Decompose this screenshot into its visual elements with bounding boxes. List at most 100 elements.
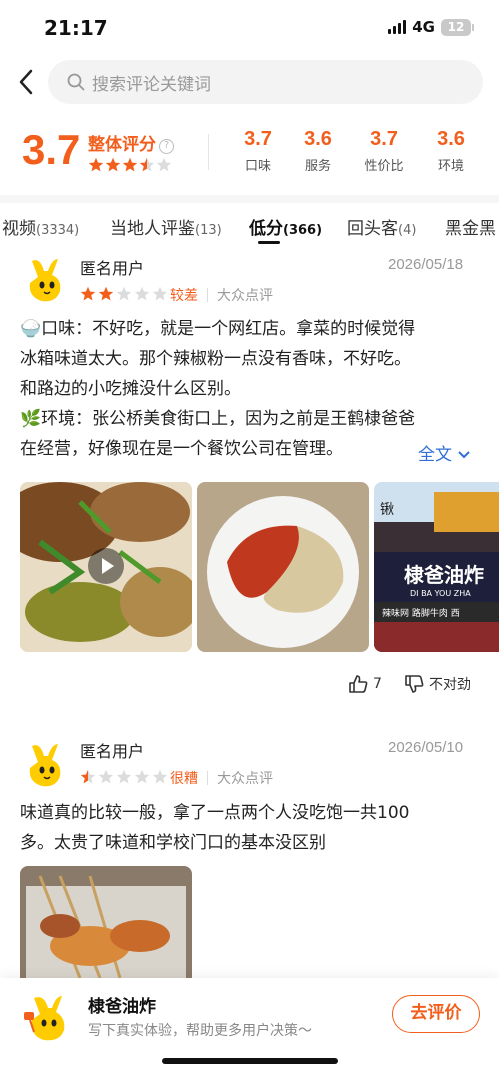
reviewer-name[interactable]: 匿名用户 xyxy=(80,738,144,762)
rating-summary: 3.7 整体评分? 3.7 口味 3.6 服务 3.7 性价比 3.6 环境 xyxy=(0,122,499,186)
tab-count: (4) xyxy=(398,223,417,238)
home-indicator[interactable] xyxy=(162,1058,338,1064)
star-icon xyxy=(152,769,168,784)
review-divider xyxy=(207,771,208,785)
sub-score-service: 3.6 服务 xyxy=(288,128,348,174)
photo-sign-text: 棣爸油炸 xyxy=(404,563,484,587)
overall-label-row: 整体评分? xyxy=(88,130,174,155)
help-icon[interactable]: ? xyxy=(159,139,174,154)
thumbs-down-icon xyxy=(405,675,424,693)
tab-label: 视频 xyxy=(2,219,36,239)
overall-label: 整体评分 xyxy=(88,135,156,155)
review-video-thumbnail[interactable] xyxy=(20,482,192,652)
review-source: 大众点评 xyxy=(217,288,273,304)
tab-label: 回头客 xyxy=(347,219,398,239)
photo-sign-pinyin: DI BA YOU ZHA xyxy=(410,589,471,598)
star-icon xyxy=(134,286,150,301)
sub-score-label: 环境 xyxy=(437,159,464,174)
tab-video[interactable]: 视频(3334) xyxy=(2,214,79,239)
active-tab-indicator xyxy=(258,241,280,244)
review-date: 2026/05/10 xyxy=(388,739,464,756)
star-icon xyxy=(80,286,96,301)
expand-label: 全文 xyxy=(418,445,452,465)
sub-score-label: 性价比 xyxy=(364,159,404,174)
tab-returning-customer[interactable]: 回头客(4) xyxy=(347,214,416,239)
play-button[interactable] xyxy=(88,548,124,584)
photo-sign-top: 锹 xyxy=(380,502,394,518)
review-stars xyxy=(80,286,168,302)
mascot-icon xyxy=(24,996,65,1041)
star-icon xyxy=(105,157,121,172)
review-text: 味道真的比较一般，拿了一点两个人没吃饱一共100 多。太贵了味道和学校门口的基本… xyxy=(20,798,485,858)
status-indicators: 4G 12 xyxy=(388,18,474,36)
review-line: 味道真的比较一般，拿了一点两个人没吃饱一共100 xyxy=(20,803,410,823)
review-photo[interactable] xyxy=(20,866,192,978)
dislike-button[interactable]: 不对劲 xyxy=(403,673,471,695)
sub-score-value-for-money: 3.7 性价比 xyxy=(354,128,414,174)
review-stars xyxy=(80,769,168,785)
tab-black-gold[interactable]: 黑金黑 xyxy=(445,214,496,239)
star-icon xyxy=(98,286,114,301)
filter-tabs: 视频(3334) 当地人评鉴(13) 低分(366) 回头客(4) 黑金黑 xyxy=(0,208,499,244)
review-level: 较差 xyxy=(170,288,198,304)
skewer-photo xyxy=(20,866,192,978)
tab-local-review[interactable]: 当地人评鉴(13) xyxy=(110,214,222,239)
avatar xyxy=(22,740,66,790)
avatar xyxy=(22,255,66,305)
tab-label: 当地人评鉴 xyxy=(110,219,195,239)
search-icon xyxy=(67,73,85,91)
star-icon xyxy=(156,157,172,172)
star-icon xyxy=(88,157,104,172)
sub-score-environment: 3.6 环境 xyxy=(421,128,481,174)
search-placeholder: 搜索评论关键词 xyxy=(92,74,211,95)
tab-count: (3334) xyxy=(36,223,80,238)
review-text: 🍚口味：不好吃，就是一个网红店。拿菜的时候觉得 冰箱味道太大。那个辣椒粉一点没有… xyxy=(20,314,485,464)
review-source: 大众点评 xyxy=(217,771,273,787)
overall-score: 3.7 xyxy=(22,126,81,173)
search-input[interactable]: 搜索评论关键词 xyxy=(48,60,483,104)
section-separator xyxy=(0,195,499,203)
anonymous-avatar-icon xyxy=(29,259,61,302)
spice-plate-photo xyxy=(197,482,369,652)
status-bar: 21:17 4G 12 xyxy=(0,0,499,58)
play-icon xyxy=(102,558,114,574)
photo-sign-small: 辣味网 路脚牛肉 西 xyxy=(382,607,460,619)
chevron-down-icon xyxy=(458,451,471,459)
overall-stars xyxy=(88,157,172,173)
star-icon xyxy=(80,769,96,784)
review-line: 在经营，好像现在是一个餐饮公司在管理。 xyxy=(20,439,343,459)
score-divider xyxy=(208,134,209,170)
back-button[interactable] xyxy=(14,66,40,98)
sub-score-value: 3.6 xyxy=(437,128,465,150)
review-photo[interactable]: 锹 棣爸油炸 DI BA YOU ZHA 辣味网 路脚牛肉 西 xyxy=(374,482,499,652)
reviewer-name[interactable]: 匿名用户 xyxy=(80,255,144,279)
top-nav: 搜索评论关键词 xyxy=(0,60,499,104)
review-level: 很糟 xyxy=(170,771,198,787)
storefront-photo: 锹 棣爸油炸 DI BA YOU ZHA 辣味网 路脚牛肉 西 xyxy=(374,482,499,652)
thumbs-up-icon xyxy=(349,675,368,693)
review-photo[interactable] xyxy=(197,482,369,652)
network-label: 4G xyxy=(412,18,435,36)
star-icon xyxy=(152,286,168,301)
tab-label: 黑金黑 xyxy=(445,219,496,239)
sub-score-value: 3.6 xyxy=(304,128,332,150)
review-line: 冰箱味道太大。那个辣椒粉一点没有香味，不好吃。 xyxy=(20,349,411,369)
write-review-button[interactable]: 去评价 xyxy=(392,995,480,1033)
expand-full-text-link[interactable]: 全文 xyxy=(418,440,471,465)
write-review-prompt: 写下真实体验，帮助更多用户决策～ xyxy=(88,1023,312,1039)
sub-score-label: 口味 xyxy=(244,159,271,174)
review-divider xyxy=(207,288,208,302)
star-icon xyxy=(98,769,114,784)
sub-score-label: 服务 xyxy=(304,159,331,174)
tab-count: (13) xyxy=(195,223,222,238)
anonymous-avatar-icon xyxy=(29,744,61,787)
review-line: 🌿环境：张公桥美食街口上，因为之前是王鹤棣爸爸 xyxy=(20,409,416,429)
like-button[interactable]: 7 xyxy=(347,673,382,695)
tab-low-score[interactable]: 低分(366) xyxy=(249,214,322,239)
back-arrow-icon xyxy=(19,69,33,95)
tab-label: 低分 xyxy=(249,219,283,239)
review-line: 和路边的小吃摊没什么区别。 xyxy=(20,379,241,399)
star-icon xyxy=(116,286,132,301)
signal-icon xyxy=(388,20,407,34)
shop-name: 棣爸油炸 xyxy=(88,997,156,1017)
